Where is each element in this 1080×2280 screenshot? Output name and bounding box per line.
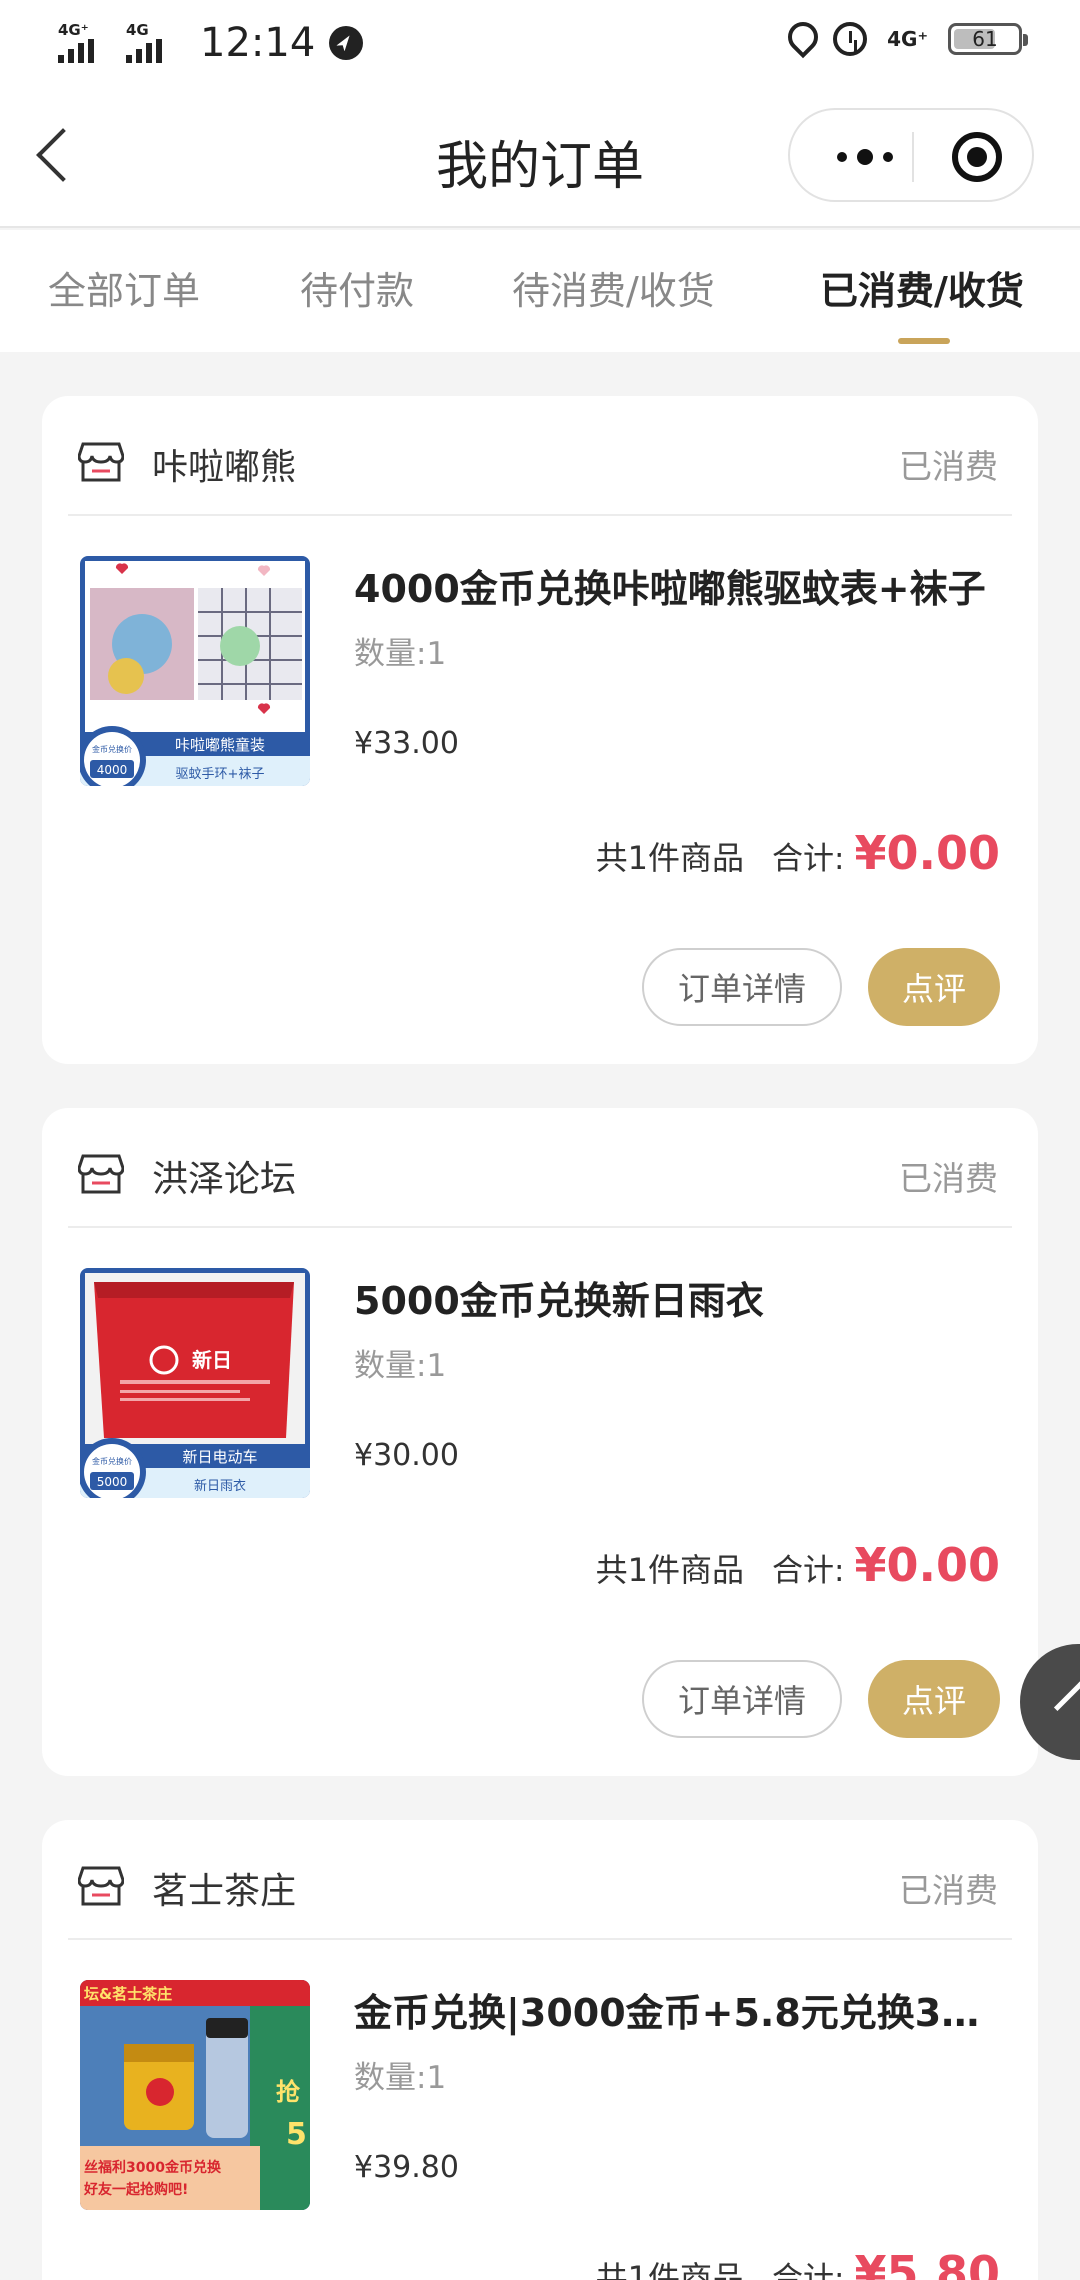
product-price: ¥30.00 xyxy=(354,1438,459,1473)
product-image[interactable]: 咔啦嘟熊童装 驱蚊手环+袜子 金币兑换价 4000 xyxy=(80,556,310,786)
shop-icon xyxy=(78,442,124,482)
thumb-side-num: 5 xyxy=(286,2117,307,2152)
product-title[interactable]: 5000金币兑换新日雨衣 xyxy=(354,1270,994,1325)
miniprogram-capsule xyxy=(788,108,1034,202)
product-price: ¥33.00 xyxy=(354,726,459,761)
alarm-icon xyxy=(833,22,868,56)
shop-icon xyxy=(78,1866,124,1906)
more-button[interactable] xyxy=(820,132,910,182)
total-label: 合计: xyxy=(772,1553,845,1589)
sim1-label: 4G⁺ xyxy=(58,21,89,39)
thumb-sub: 驱蚊手环+袜子 xyxy=(176,767,265,782)
status-right: 4G⁺ 61 xyxy=(787,22,1028,56)
signal-sim1-icon: 4G⁺ xyxy=(58,21,116,63)
thumb-badge-top: 金币兑换价 xyxy=(92,744,132,754)
product-quantity: 数量:1 xyxy=(354,1348,447,1384)
total-label: 合计: xyxy=(772,2261,845,2280)
product-image[interactable]: 坛&茗士茶庄 抢 5 丝福利3000金币兑换 好友一起抢购吧! xyxy=(80,1980,310,2210)
review-button[interactable]: 点评 xyxy=(868,1660,1000,1738)
thumb-promo-line2: 好友一起抢购吧! xyxy=(83,2181,188,2198)
thumb-caption: 新日电动车 xyxy=(182,1448,257,1466)
thumb-promo-line1: 丝福利3000金币兑换 xyxy=(84,2159,222,2176)
signal-sim2-icon: 4G xyxy=(126,21,184,63)
battery-icon: 61 xyxy=(948,23,1028,55)
screen: 4G⁺ 4G 12:14 4G⁺ 61 我的订单 全部订单 待付款 待消费/收货… xyxy=(0,0,1080,2280)
status-left: 4G⁺ 4G 12:14 xyxy=(58,20,364,66)
capsule-divider xyxy=(912,132,914,182)
tab-pending-delivery[interactable]: 待消费/收货 xyxy=(512,260,715,315)
thumb-badge-top: 金币兑换价 xyxy=(92,1456,132,1466)
order-detail-button[interactable]: 订单详情 xyxy=(642,1660,842,1738)
location-icon xyxy=(787,22,813,56)
status-time: 12:14 xyxy=(200,20,316,66)
close-miniprogram-button[interactable] xyxy=(952,132,1002,182)
nav-bar: 我的订单 xyxy=(0,86,1080,228)
total-label: 合计: xyxy=(772,841,845,877)
shop-name[interactable]: 洪泽论坛 xyxy=(152,1150,296,1202)
card-divider xyxy=(68,514,1012,516)
compass-icon xyxy=(329,26,364,60)
item-count: 共1件商品 xyxy=(595,839,745,877)
order-total: ¥5.80 xyxy=(854,2246,1000,2280)
thumb-side: 抢 xyxy=(276,2078,301,2106)
order-total: ¥0.00 xyxy=(854,1538,1000,1592)
product-quantity: 数量:1 xyxy=(354,2060,447,2096)
order-header: 茗士茶庄 已消费 xyxy=(42,1820,1038,1938)
order-summary: 共1件商品 合计: ¥0.00 xyxy=(596,1538,1000,1592)
status-bar: 4G⁺ 4G 12:14 4G⁺ 61 xyxy=(0,0,1080,86)
network-label: 4G⁺ xyxy=(887,27,928,51)
order-summary: 共1件商品 合计: ¥5.80 xyxy=(596,2246,1000,2280)
order-header: 咔啦嘟熊 已消费 xyxy=(42,396,1038,514)
order-card[interactable]: 茗士茶庄 已消费 坛&茗士茶庄 抢 5 丝福利3000金币兑换 好友一起抢购吧!… xyxy=(42,1820,1038,2280)
thumb-sub: 新日雨衣 xyxy=(194,1478,246,1494)
sim2-label: 4G xyxy=(126,21,149,39)
order-card[interactable]: 洪泽论坛 已消费 新日 新日电动车 新日雨衣 金币兑换价 5000 5000金币… xyxy=(42,1108,1038,1776)
order-tabs: 全部订单 待付款 待消费/收货 已消费/收货 xyxy=(0,230,1080,352)
tab-completed[interactable]: 已消费/收货 xyxy=(820,260,1024,315)
tab-all-orders[interactable]: 全部订单 xyxy=(48,260,200,315)
order-summary: 共1件商品 合计: ¥0.00 xyxy=(596,826,1000,880)
review-button[interactable]: 点评 xyxy=(868,948,1000,1026)
product-title[interactable]: 4000金币兑换咔啦嘟熊驱蚊表+袜子 xyxy=(354,558,994,613)
thumb-badge-value: 4000 xyxy=(97,763,128,777)
item-count: 共1件商品 xyxy=(595,2259,745,2280)
thumb-caption: 咔啦嘟熊童装 xyxy=(175,736,265,754)
shop-icon xyxy=(78,1154,124,1194)
card-divider xyxy=(68,1938,1012,1940)
order-header: 洪泽论坛 已消费 xyxy=(42,1108,1038,1226)
product-quantity: 数量:1 xyxy=(354,636,447,672)
tab-pending-payment[interactable]: 待付款 xyxy=(300,260,414,315)
shop-name[interactable]: 茗士茶庄 xyxy=(152,1862,296,1914)
thumb-badge-value: 5000 xyxy=(97,1475,128,1489)
tab-indicator xyxy=(898,338,950,344)
thumb-banner: 坛&茗士茶庄 xyxy=(84,1985,172,2003)
order-detail-button[interactable]: 订单详情 xyxy=(642,948,842,1026)
card-divider xyxy=(68,1226,1012,1228)
battery-level: 61 xyxy=(972,27,998,51)
item-count: 共1件商品 xyxy=(595,1551,745,1589)
product-price: ¥39.80 xyxy=(354,2150,459,2185)
product-title[interactable]: 金币兑换|3000金币+5.8元兑换39.… xyxy=(354,1982,994,2037)
shop-name[interactable]: 咔啦嘟熊 xyxy=(152,438,296,490)
order-status: 已消费 xyxy=(899,1159,998,1198)
order-card[interactable]: 咔啦嘟熊 已消费 咔啦嘟熊童装 驱蚊手环+袜子 金币兑换价 4000 4000金… xyxy=(42,396,1038,1064)
order-status: 已消费 xyxy=(899,447,998,486)
product-image[interactable]: 新日 新日电动车 新日雨衣 金币兑换价 5000 xyxy=(80,1268,310,1498)
thumb-brand: 新日 xyxy=(192,1348,232,1372)
order-total: ¥0.00 xyxy=(854,826,1000,880)
order-status: 已消费 xyxy=(899,1871,998,1910)
